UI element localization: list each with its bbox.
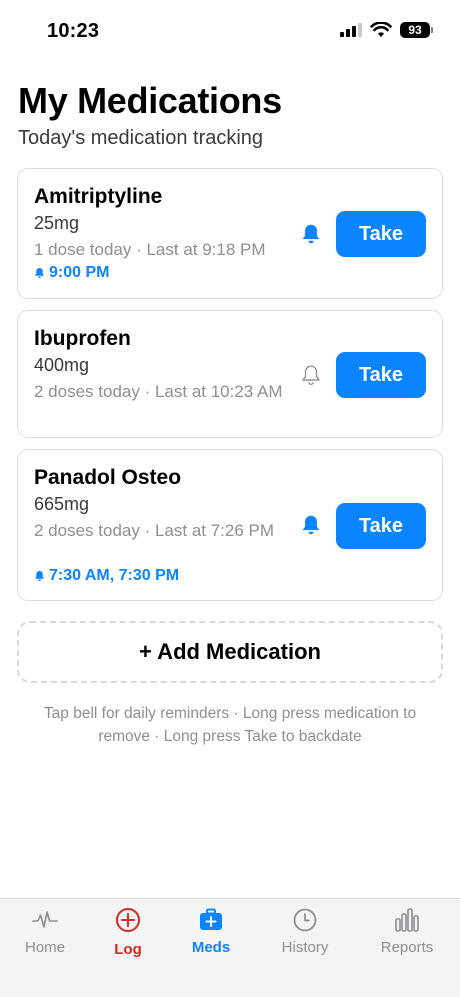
usage-hint: Tap bell for daily reminders · Long pres… bbox=[43, 705, 417, 745]
tab-label: Reports bbox=[380, 939, 434, 956]
tab-bar: Home Log Meds History Reports bbox=[0, 898, 460, 997]
take-button[interactable]: Take bbox=[336, 352, 426, 398]
medication-dose: 25mg bbox=[34, 213, 80, 233]
page-subtitle: Today's medication tracking bbox=[18, 127, 264, 149]
medication-name: Amitriptyline bbox=[34, 185, 163, 208]
page-title: My Medications bbox=[18, 80, 282, 121]
take-button[interactable]: Take bbox=[336, 503, 426, 549]
tab-label: Log bbox=[114, 941, 142, 958]
bell-filled-icon[interactable] bbox=[300, 514, 322, 536]
medication-dose: 665mg bbox=[34, 494, 90, 514]
bell-filled-icon[interactable] bbox=[300, 223, 322, 245]
tab-log[interactable]: Log bbox=[83, 907, 173, 958]
bell-small-icon bbox=[34, 267, 45, 279]
medication-info: 2 doses today · Last at 10:23 AM bbox=[34, 382, 283, 401]
status-bar: 10:23 93 bbox=[0, 0, 460, 62]
medication-card-amitriptyline[interactable]: Amitriptyline 25mg 1 dose today · Last a… bbox=[17, 168, 443, 299]
tab-history[interactable]: History bbox=[260, 907, 350, 956]
clock-icon bbox=[293, 908, 317, 932]
tab-label: Home bbox=[24, 939, 65, 956]
tab-reports[interactable]: Reports bbox=[362, 907, 452, 956]
cellular-signal-icon bbox=[340, 23, 362, 37]
tab-home[interactable]: Home bbox=[0, 907, 90, 956]
medication-info: 1 dose today · Last at 9:18 PM bbox=[34, 240, 266, 259]
heartbeat-icon bbox=[32, 911, 58, 928]
bar-chart-icon bbox=[395, 908, 419, 932]
plus-circle-icon bbox=[116, 908, 140, 932]
bell-outline-icon[interactable] bbox=[300, 364, 322, 386]
status-time: 10:23 bbox=[47, 20, 100, 42]
reminder-times: 7:30 AM, 7:30 PM bbox=[34, 567, 179, 585]
medkit-icon bbox=[200, 908, 222, 930]
tab-label: Meds bbox=[191, 939, 231, 956]
reminder-text: 7:30 AM, 7:30 PM bbox=[49, 567, 180, 584]
medication-info: 2 doses today · Last at 7:26 PM bbox=[34, 521, 275, 540]
battery-indicator: 93 bbox=[400, 22, 433, 38]
take-button[interactable]: Take bbox=[336, 211, 426, 257]
reminder-times: 9:00 PM bbox=[34, 264, 109, 282]
medication-dose: 400mg bbox=[34, 355, 90, 375]
medication-name: Panadol Osteo bbox=[34, 466, 182, 489]
tab-meds[interactable]: Meds bbox=[166, 907, 256, 956]
tab-label: History bbox=[281, 939, 329, 956]
reminder-text: 9:00 PM bbox=[49, 264, 110, 281]
bell-small-icon bbox=[34, 570, 45, 582]
medication-card-ibuprofen[interactable]: Ibuprofen 400mg 2 doses today · Last at … bbox=[17, 310, 443, 438]
add-medication-button[interactable]: + Add Medication bbox=[17, 621, 443, 683]
medication-name: Ibuprofen bbox=[34, 327, 131, 350]
wifi-icon bbox=[370, 22, 392, 37]
medication-card-panadol-osteo[interactable]: Panadol Osteo 665mg 2 doses today · Last… bbox=[17, 449, 443, 601]
status-indicators: 93 bbox=[340, 22, 433, 38]
